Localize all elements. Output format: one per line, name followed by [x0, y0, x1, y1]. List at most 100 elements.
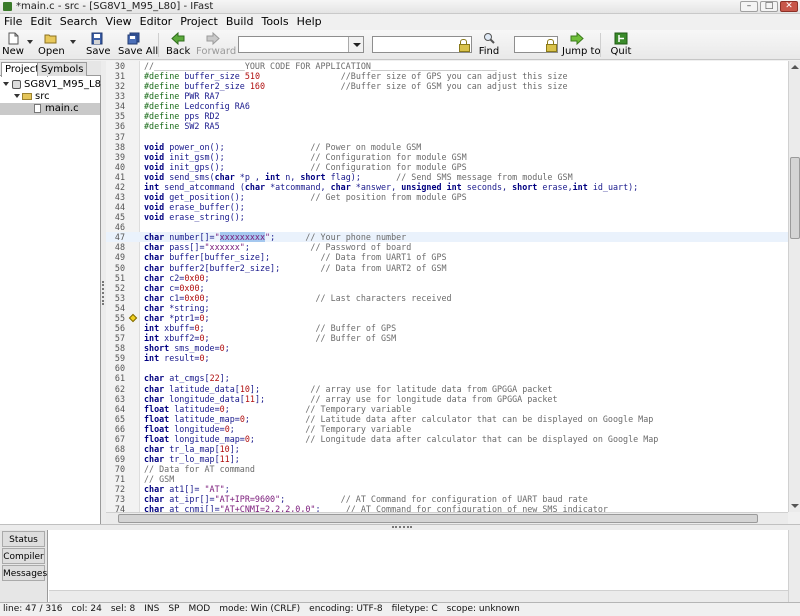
code-line[interactable]: 68 char tr_la_map[10];	[106, 444, 788, 454]
code-line[interactable]: 65 float latitude_map=0; // Latitude data…	[106, 414, 788, 424]
forward-button[interactable]: Forward	[196, 32, 236, 59]
code-line[interactable]: 43 void get_position(); // Get position f…	[106, 192, 788, 202]
menu-view[interactable]: View	[102, 14, 136, 30]
message-vertical-scrollbar[interactable]	[788, 530, 800, 602]
code-line[interactable]: 74 char at_cnmi[]="AT+CNMI=2,2,2,0,0"; //…	[106, 504, 788, 512]
chevron-down-icon[interactable]	[3, 82, 9, 86]
code-line[interactable]: 38 void power_on(); // Power on module GS…	[106, 142, 788, 152]
minimize-button[interactable]: –	[740, 1, 758, 12]
code-text: void init_gps(); // Configuration for mo…	[144, 161, 467, 172]
scroll-thumb[interactable]	[118, 514, 758, 523]
code-line[interactable]: 72 char at1[]= "AT";	[106, 484, 788, 494]
code-line[interactable]: 62 char latitude_data[10]; // array use f…	[106, 384, 788, 394]
code-line[interactable]: 37	[106, 132, 788, 142]
code-line[interactable]: 42 int send_atcommand (char *atcommand, c…	[106, 182, 788, 192]
code-line[interactable]: 67 float longitude_map=0; // Longitude da…	[106, 434, 788, 444]
menu-build[interactable]: Build	[222, 14, 258, 30]
code-line[interactable]: 47 char number[]="xxxxxxxxx"; // Your pho…	[106, 232, 788, 243]
code-line[interactable]: 34 #define Ledconfig RA6	[106, 101, 788, 111]
code-line[interactable]: 41 void send_sms(char *p , int n, short f…	[106, 172, 788, 182]
menu-file[interactable]: File	[0, 14, 26, 30]
tab-messages[interactable]: Messages	[2, 565, 47, 581]
code-line[interactable]: 60	[106, 363, 788, 373]
editor-vertical-scrollbar[interactable]	[788, 61, 800, 512]
new-file-icon	[8, 32, 19, 45]
folder-icon	[22, 93, 32, 100]
breakpoint-marker-icon[interactable]	[128, 313, 138, 323]
code-line[interactable]: 59 int result=0;	[106, 353, 788, 363]
open-dropdown-arrow[interactable]	[70, 40, 76, 44]
save-button[interactable]: Save	[86, 32, 111, 59]
code-line[interactable]: 64 float latitude=0; // Temporary variabl…	[106, 404, 788, 414]
code-line[interactable]: 35 #define pps RD2	[106, 111, 788, 121]
code-text: char longitude_data[11]; // array use fo…	[144, 393, 558, 404]
code-line[interactable]: 39 void init_gsm(); // Configuration for …	[106, 152, 788, 162]
tab-compiler[interactable]: Compiler	[2, 548, 45, 564]
code-line[interactable]: 31 #define buffer_size 510 //Buffer size …	[106, 71, 788, 81]
code-line[interactable]: 56 int xbuff=0; // Buffer of GPS	[106, 323, 788, 333]
menu-edit[interactable]: Edit	[26, 14, 55, 30]
maximize-button[interactable]: □	[760, 1, 778, 12]
tab-symbols[interactable]: Symbols	[37, 62, 88, 76]
save-all-button[interactable]: Save All	[118, 32, 158, 59]
code-line[interactable]: 48 char pass[]="xxxxxx"; // Password of b…	[106, 242, 788, 252]
code-line[interactable]: 63 char longitude_data[11]; // array use …	[106, 394, 788, 404]
chevron-down-icon[interactable]	[14, 94, 20, 98]
code-editor[interactable]: 30 //__________________YOUR CODE FOR APPL…	[106, 61, 788, 512]
code-text: void erase_buffer();	[144, 202, 245, 213]
tree-item-project[interactable]: SG8V1_M95_L80	[0, 79, 107, 91]
code-line[interactable]: 70 // Data for AT command	[106, 464, 788, 474]
code-line[interactable]: 40 void init_gps(); // Configuration for …	[106, 162, 788, 172]
jump-to-button[interactable]: Jump to	[562, 32, 601, 59]
new-button[interactable]: New	[2, 32, 24, 59]
search-input[interactable]	[372, 36, 472, 53]
code-line[interactable]: 66 float longitude=0; // Temporary variab…	[106, 424, 788, 434]
scroll-down-arrow[interactable]	[791, 504, 799, 508]
code-line[interactable]: 46	[106, 222, 788, 232]
scroll-thumb[interactable]	[790, 157, 800, 239]
code-line[interactable]: 58 short sms_mode=0;	[106, 343, 788, 353]
quit-button[interactable]: Quit	[610, 32, 632, 59]
code-line[interactable]: 53 char c1=0x00; // Last characters recei…	[106, 293, 788, 303]
code-line[interactable]: 54 char *string;	[106, 303, 788, 313]
line-number: 48	[114, 242, 125, 253]
chevron-down-icon[interactable]	[348, 37, 363, 52]
code-line[interactable]: 71 // GSM	[106, 474, 788, 484]
symbol-combo[interactable]	[238, 36, 364, 53]
code-line[interactable]: 61 char at_cmgs[22];	[106, 373, 788, 383]
jump-line-input[interactable]	[514, 36, 558, 53]
code-line[interactable]: 33 #define PWR RA7	[106, 91, 788, 101]
new-dropdown-arrow[interactable]	[27, 40, 33, 44]
find-button[interactable]: Find	[478, 32, 500, 59]
close-button[interactable]: ✕	[780, 1, 798, 12]
menu-tools[interactable]: Tools	[257, 14, 292, 30]
code-line[interactable]: 36 #define SW2 RA5	[106, 121, 788, 131]
open-button[interactable]: Open	[38, 32, 65, 59]
code-line[interactable]: 52 char c=0x00;	[106, 283, 788, 293]
code-line[interactable]: 30 //__________________YOUR CODE FOR APPL…	[106, 61, 788, 71]
code-line[interactable]: 73 char at_ipr[]="AT+IPR=9600"; // AT Com…	[106, 494, 788, 504]
editor-horizontal-scrollbar[interactable]	[106, 512, 788, 524]
back-button[interactable]: Back	[166, 32, 190, 59]
line-number: 58	[114, 343, 125, 354]
code-line[interactable]: 57 int xbuff2=0; // Buffer of GSM	[106, 333, 788, 343]
code-line[interactable]: 51 char c2=0x00;	[106, 273, 788, 283]
menu-search[interactable]: Search	[56, 14, 102, 30]
menu-editor[interactable]: Editor	[136, 14, 177, 30]
message-horizontal-scrollbar[interactable]	[49, 590, 788, 602]
menu-help[interactable]: Help	[293, 14, 326, 30]
code-line[interactable]: 45 void erase_string();	[106, 212, 788, 222]
code-line[interactable]: 69 char tr_lo_map[11];	[106, 454, 788, 464]
open-label: Open	[38, 46, 65, 57]
code-line[interactable]: 44 void erase_buffer();	[106, 202, 788, 212]
tree-item-folder[interactable]: src	[0, 91, 100, 103]
code-line[interactable]: 50 char buffer2[buffer2_size]; // Data fr…	[106, 263, 788, 273]
scroll-up-arrow[interactable]	[791, 65, 799, 69]
code-line[interactable]: 55 char *ptr1=0;	[106, 313, 788, 323]
code-line[interactable]: 49 char buffer[buffer_size]; // Data from…	[106, 252, 788, 262]
menu-project[interactable]: Project	[176, 14, 222, 30]
tab-status[interactable]: Status	[2, 531, 45, 547]
toolbar-separator	[158, 33, 159, 57]
tree-item-file[interactable]: main.c	[0, 103, 100, 115]
code-line[interactable]: 32 #define buffer2_size 160 //Buffer size…	[106, 81, 788, 91]
